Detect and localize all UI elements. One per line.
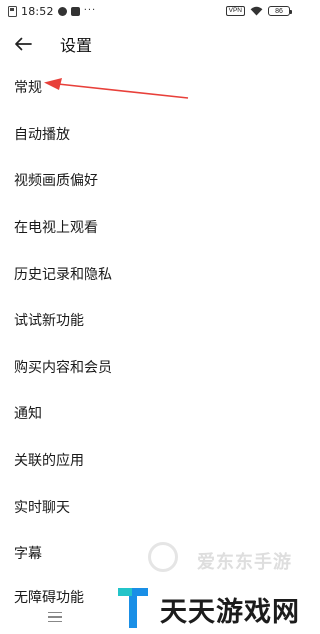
settings-item-connected-apps[interactable]: 关联的应用 bbox=[0, 437, 300, 484]
status-bar: 18:52 ··· VPN 86 bbox=[0, 0, 300, 22]
notification-app-icon bbox=[57, 6, 67, 16]
settings-item-watch-on-tv[interactable]: 在电视上观看 bbox=[0, 204, 300, 251]
back-button[interactable] bbox=[10, 31, 36, 57]
settings-item-notifications[interactable]: 通知 bbox=[0, 390, 300, 437]
notification-square-icon bbox=[70, 6, 80, 16]
settings-list: 常规 自动播放 视频画质偏好 在电视上观看 历史记录和隐私 试试新功能 购买内容… bbox=[0, 64, 300, 607]
status-right: VPN 86 bbox=[225, 6, 292, 16]
arrow-left-icon bbox=[15, 37, 32, 51]
page-title: 设置 bbox=[60, 36, 93, 55]
settings-item-purchases-memberships[interactable]: 购买内容和会员 bbox=[0, 344, 300, 391]
wifi-icon bbox=[250, 6, 263, 16]
settings-item-history-privacy[interactable]: 历史记录和隐私 bbox=[0, 250, 300, 297]
more-notifications-icon: ··· bbox=[83, 5, 97, 16]
settings-item-live-chat[interactable]: 实时聊天 bbox=[0, 483, 300, 530]
settings-item-general[interactable]: 常规 bbox=[0, 64, 300, 111]
settings-item-try-new-features[interactable]: 试试新功能 bbox=[0, 297, 300, 344]
settings-item-video-quality[interactable]: 视频画质偏好 bbox=[0, 157, 300, 204]
sim-card-icon bbox=[8, 5, 17, 17]
vpn-badge: VPN bbox=[225, 6, 245, 16]
status-time: 18:52 bbox=[21, 4, 54, 18]
battery-icon: 86 bbox=[268, 6, 292, 16]
header: 设置 bbox=[0, 28, 300, 60]
settings-item-autoplay[interactable]: 自动播放 bbox=[0, 111, 300, 158]
settings-item-captions[interactable]: 字幕 bbox=[0, 530, 300, 577]
hamburger-icon[interactable] bbox=[48, 612, 62, 622]
status-left: 18:52 ··· bbox=[8, 5, 96, 18]
nav-bar bbox=[0, 600, 110, 634]
